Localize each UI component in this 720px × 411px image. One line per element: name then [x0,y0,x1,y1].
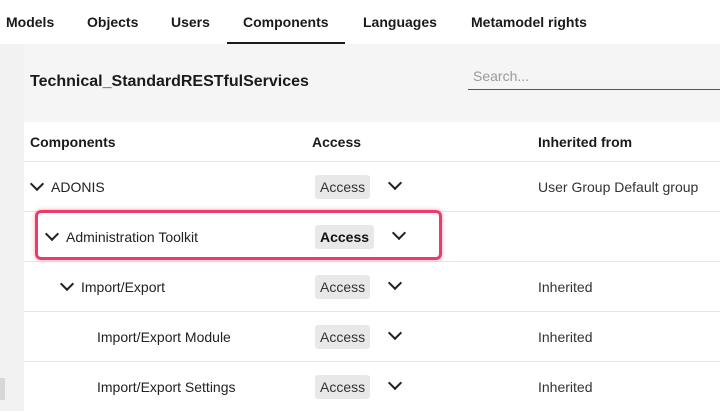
header-inherited-from: Inherited from [538,134,633,150]
tab-models[interactable]: Models [0,0,70,44]
row-label: Administration Toolkit [66,229,199,245]
chevron-down-icon[interactable] [29,177,45,192]
left-strip [0,44,24,411]
chevron-down-icon [391,225,407,241]
left-scroll-marker [0,378,5,400]
row-toggle[interactable]: ADONIS [29,162,105,212]
header-components: Components [30,134,116,150]
access-badge: Access [315,275,371,299]
chevron-down-icon [387,325,403,341]
header-access: Access [312,134,362,150]
inherited-from-value: Inherited [538,329,593,345]
access-dropdown-button[interactable] [385,375,407,398]
chevron-down-icon[interactable] [44,227,60,242]
inherited-from-value: Inherited [538,279,593,295]
access-dropdown-button[interactable] [389,225,411,248]
access-badge: Access [315,375,371,399]
row-label: ADONIS [51,179,105,195]
tab-languages[interactable]: Languages [347,0,453,44]
row-toggle[interactable]: Administration Toolkit [44,212,199,262]
chevron-down-icon [387,275,403,291]
table-row: Administration Toolkit Access [24,211,720,261]
access-dropdown-button[interactable] [385,275,407,298]
access-badge: Access [315,175,371,199]
components-table: Components Access Inherited from ADONIS … [24,122,720,411]
tab-users[interactable]: Users [155,0,226,44]
tab-bar: Models Objects Users Components Language… [0,0,720,44]
page-title: Technical_StandardRESTfulServices [30,73,309,90]
access-badge: Access [315,225,375,249]
row-label: Import/Export Settings [97,379,236,395]
access-dropdown-button[interactable] [385,175,407,198]
table-row: Import/Export Settings Access Inherited [24,361,720,411]
table-row: Import/Export Module Access Inherited [24,311,720,361]
inherited-from-value: User Group Default group [538,179,699,195]
table-row: Import/Export Access Inherited [24,261,720,311]
access-dropdown-button[interactable] [385,325,407,348]
row-toggle[interactable]: Import/Export [59,262,166,312]
search-input[interactable] [468,62,720,90]
chevron-down-icon [387,175,403,191]
row-label: Import/Export Module [97,329,231,345]
tab-metamodel-rights[interactable]: Metamodel rights [455,0,603,44]
tab-objects[interactable]: Objects [71,0,154,44]
tab-components[interactable]: Components [227,0,345,44]
chevron-down-icon[interactable] [59,277,75,292]
row-label: Import/Export [81,279,166,295]
table-row: ADONIS Access User Group Default group [24,161,720,211]
inherited-from-value: Inherited [538,379,593,395]
chevron-down-icon [387,375,403,391]
access-badge: Access [315,325,371,349]
